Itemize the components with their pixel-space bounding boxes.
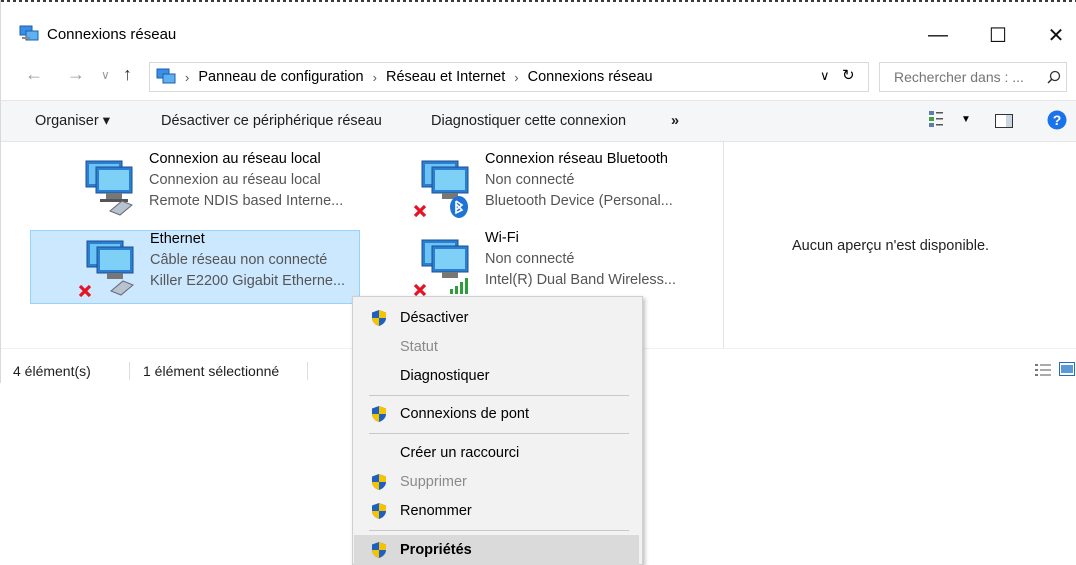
up-arrow-icon[interactable]: ↑ [123,64,132,85]
breadcrumb: › Panneau de configuration › Réseau et I… [176,69,653,85]
uac-shield-icon [372,542,386,558]
bluetooth-network-icon [413,160,469,218]
disable-device-button[interactable]: Désactiver ce périphérique réseau [161,113,382,129]
details-view-icon[interactable] [1035,363,1051,377]
menu-item-label: Supprimer [400,474,467,490]
menu-item-rename[interactable]: Renommer [354,496,639,526]
menu-item-properties[interactable]: Propriétés [354,535,639,565]
menu-item-diagnose[interactable]: Diagnostiquer [354,361,639,391]
preview-pane: Aucun aperçu n'est disponible. [723,141,1076,348]
address-dropdown-icon[interactable]: ∨ [820,68,830,84]
change-view-icon[interactable] [929,111,943,127]
menu-item-label: Désactiver [400,310,469,326]
breadcrumb-control-panel[interactable]: Panneau de configuration [198,69,363,85]
connection-status: Connexion au réseau local [149,172,321,188]
menu-separator [369,395,629,396]
menu-item-status[interactable]: Statut [354,332,639,362]
connection-wifi[interactable]: Wi-Fi Non connecté Intel(R) Dual Band Wi… [366,230,694,302]
connection-device: Intel(R) Dual Band Wireless... [485,272,676,288]
menu-item-label: Statut [400,339,438,355]
uac-shield-icon [372,310,386,326]
menu-item-bridge[interactable]: Connexions de pont [354,399,639,429]
search-input[interactable] [892,68,1041,86]
uac-shield-icon [372,474,386,490]
menu-item-disable[interactable]: Désactiver [354,303,639,333]
tiles-view-icon[interactable] [1059,362,1075,376]
network-adapter-icon [85,160,133,216]
wifi-adapter-icon [413,239,469,297]
menu-item-label: Créer un raccourci [400,445,520,461]
maximize-button[interactable]: ☐ [975,19,1021,51]
menu-item-label: Connexions de pont [400,406,529,422]
connection-name: Ethernet [150,231,205,247]
search-icon[interactable] [1047,70,1061,84]
selection-count: 1 élément sélectionné [143,363,280,379]
help-icon[interactable]: ? [1047,110,1067,130]
svg-text:?: ? [1053,112,1062,128]
connection-bluetooth[interactable]: Connexion réseau Bluetooth Non connecté … [366,151,694,223]
window-title: Connexions réseau [47,26,177,43]
ethernet-adapter-icon [78,240,134,298]
connection-name: Wi-Fi [485,230,519,246]
connection-local-area[interactable]: Connexion au réseau local Connexion au r… [30,151,358,223]
menu-separator [369,433,629,434]
forward-arrow-icon[interactable]: → [67,64,85,85]
status-divider [129,362,130,380]
address-row: ← → ∨ ↑ › Panneau de configuration › Rés… [1,56,1076,96]
title-bar: Connexions réseau — ☐ ✕ [1,11,1076,55]
breadcrumb-network-connections[interactable]: Connexions réseau [528,69,653,85]
status-divider [307,362,308,380]
minimize-button[interactable]: — [915,19,961,51]
menu-item-create-shortcut[interactable]: Créer un raccourci [354,438,639,468]
menu-separator [369,530,629,531]
uac-shield-icon [372,503,386,519]
connection-device: Killer E2200 Gigabit Etherne... [150,273,346,289]
back-arrow-icon[interactable]: ← [25,64,43,85]
search-box[interactable] [879,62,1067,92]
breadcrumb-chevron-icon: › [514,69,519,85]
preview-empty-text: Aucun aperçu n'est disponible. [792,238,990,254]
view-dropdown-icon[interactable]: ▼ [961,114,971,125]
control-panel-icon [156,68,176,84]
background-window-edge [1,0,1076,11]
connection-status: Non connecté [485,251,575,267]
menu-item-label: Propriétés [400,542,472,558]
preview-pane-icon[interactable] [995,114,1013,128]
network-connections-icon [19,25,39,41]
diagnose-button[interactable]: Diagnostiquer cette connexion [431,113,626,129]
item-count: 4 élément(s) [13,363,91,379]
breadcrumb-network-internet[interactable]: Réseau et Internet [386,69,505,85]
connection-device: Remote NDIS based Interne... [149,193,344,209]
connection-status: Câble réseau non connecté [150,252,328,268]
uac-shield-icon [372,406,386,422]
context-menu: Désactiver Statut Diagnostiquer Connexio… [352,296,643,565]
refresh-icon[interactable]: ↻ [842,66,855,84]
connection-status: Non connecté [485,172,575,188]
breadcrumb-chevron-icon: › [185,69,190,85]
menu-item-label: Diagnostiquer [400,368,490,384]
connection-name: Connexion au réseau local [149,151,321,167]
command-bar: Organiser ▾ Désactiver ce périphérique r… [1,100,1076,142]
connection-ethernet[interactable]: Ethernet Câble réseau non connecté Kille… [30,230,360,304]
close-button[interactable]: ✕ [1033,19,1076,51]
more-commands-button[interactable]: » [671,113,679,129]
organize-button[interactable]: Organiser ▾ [35,113,110,129]
connection-name: Connexion réseau Bluetooth [485,151,668,167]
address-bar[interactable]: › Panneau de configuration › Réseau et I… [149,62,869,92]
menu-item-delete[interactable]: Supprimer [354,467,639,497]
menu-item-label: Renommer [400,503,472,519]
recent-locations-icon[interactable]: ∨ [101,68,110,82]
breadcrumb-chevron-icon: › [372,69,377,85]
connection-device: Bluetooth Device (Personal... [485,193,673,209]
